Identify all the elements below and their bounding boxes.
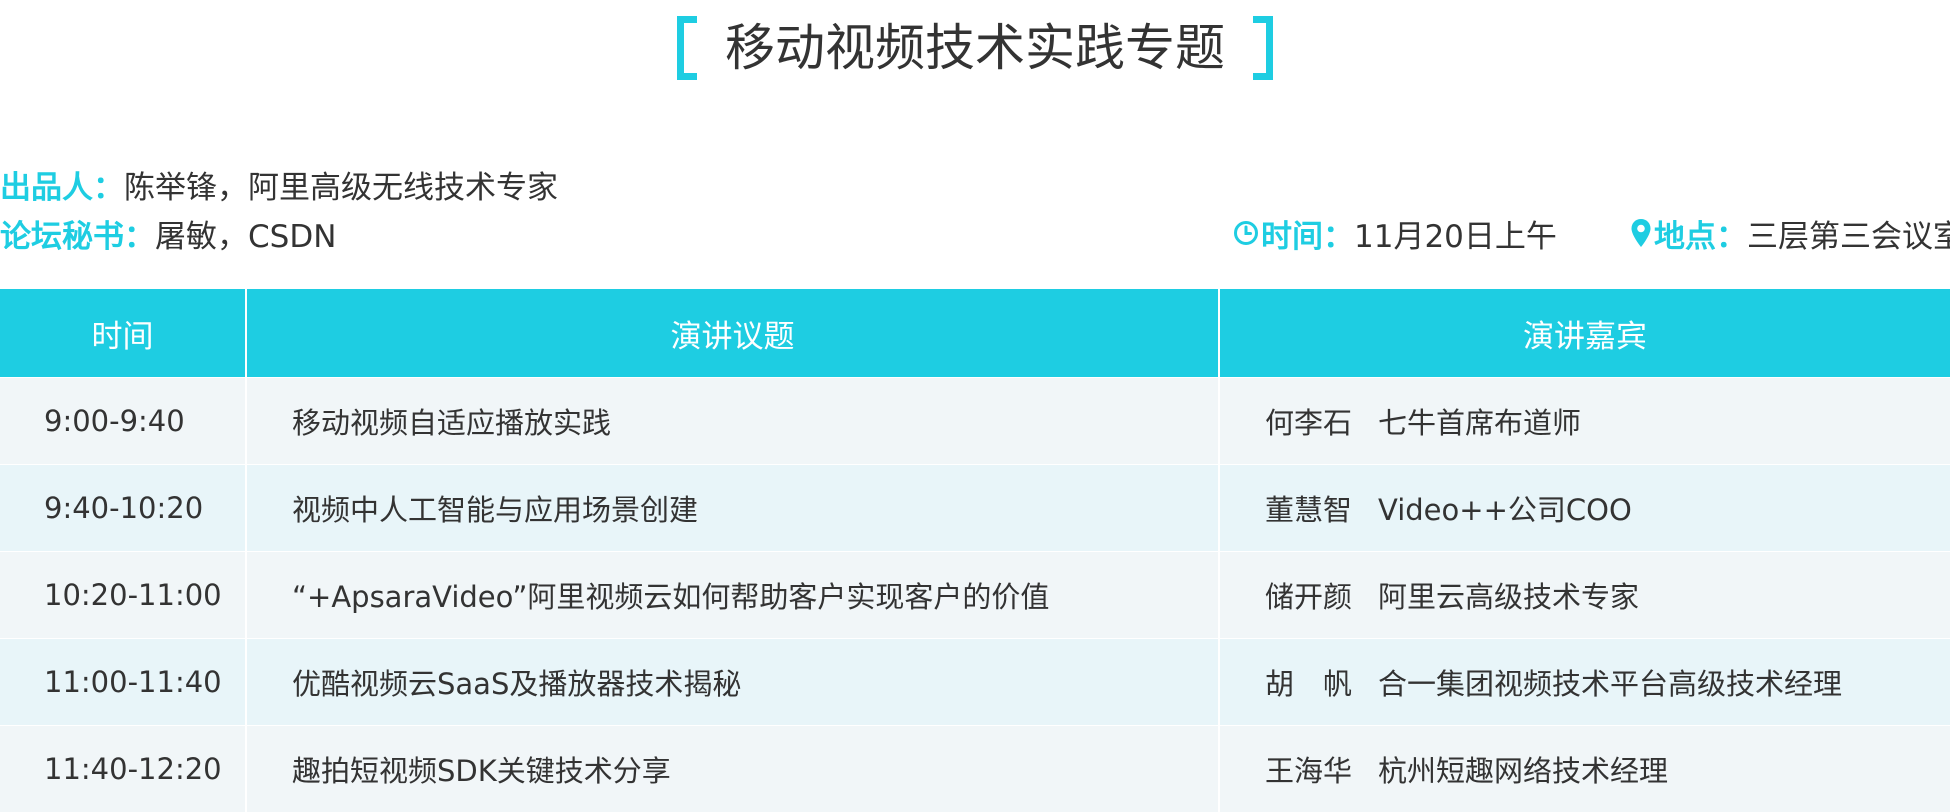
session-topic: 移动视频自适应播放实践	[246, 378, 1219, 465]
header-time: 时间	[0, 289, 246, 378]
place-value: 三层第三会议室	[1747, 211, 1950, 256]
session-topic: 优酷视频云SaaS及播放器技术揭秘	[246, 639, 1219, 726]
session-time: 11:40-12:20	[0, 726, 246, 812]
place-info: 地点：三层第三会议室	[1630, 211, 1950, 255]
table-row: 11:00-11:40 优酷视频云SaaS及播放器技术揭秘 胡 帆合一集团视频技…	[0, 639, 1950, 726]
producer-label: 出品人：	[0, 162, 124, 207]
place-label: 地点：	[1654, 211, 1747, 256]
time-label: 时间：	[1261, 211, 1354, 256]
session-speaker: 储开颜阿里云高级技术专家	[1219, 552, 1950, 639]
header-speaker: 演讲嘉宾	[1219, 289, 1950, 378]
table-row: 11:40-12:20 趣拍短视频SDK关键技术分享 王海华杭州短趣网络技术经理	[0, 726, 1950, 812]
speaker-title: 七牛首席布道师	[1378, 406, 1581, 440]
time-value: 11月20日上午	[1354, 211, 1557, 256]
header-topic: 演讲议题	[246, 289, 1219, 378]
session-topic: 趣拍短视频SDK关键技术分享	[246, 726, 1219, 812]
session-time: 9:00-9:40	[0, 378, 246, 465]
location-pin-icon	[1630, 218, 1652, 248]
session-time: 11:00-11:40	[0, 639, 246, 726]
speaker-name: 储开颜	[1265, 574, 1352, 616]
clock-icon	[1233, 220, 1259, 246]
speaker-title: Video++公司COO	[1378, 493, 1632, 527]
page-header: 移动视频技术实践专题	[0, 10, 1950, 85]
table-row: 10:20-11:00 “+ApsaraVideo”阿里视频云如何帮助客户实现客…	[0, 552, 1950, 639]
session-speaker: 胡 帆合一集团视频技术平台高级技术经理	[1219, 639, 1950, 726]
session-speaker: 何李石七牛首席布道师	[1219, 378, 1950, 465]
right-bracket-decoration	[1253, 16, 1273, 80]
session-topic: “+ApsaraVideo”阿里视频云如何帮助客户实现客户的价值	[246, 552, 1219, 639]
speaker-title: 阿里云高级技术专家	[1378, 580, 1639, 614]
time-info: 时间：11月20日上午	[1233, 211, 1557, 255]
secretary-label: 论坛秘书：	[0, 211, 155, 256]
producer-row: 出品人：陈举锋，阿里高级无线技术专家	[0, 162, 558, 206]
session-speaker: 董慧智 Video++公司COO	[1219, 465, 1950, 552]
speaker-title: 杭州短趣网络技术经理	[1378, 754, 1668, 788]
session-time: 9:40-10:20	[0, 465, 246, 552]
table-header-row: 时间 演讲议题 演讲嘉宾	[0, 289, 1950, 378]
session-time: 10:20-11:00	[0, 552, 246, 639]
speaker-name: 何李石	[1265, 400, 1352, 442]
speaker-name: 胡 帆	[1265, 661, 1352, 703]
producer-value: 陈举锋，阿里高级无线技术专家	[124, 162, 558, 207]
session-speaker: 王海华杭州短趣网络技术经理	[1219, 726, 1950, 812]
speaker-name: 董慧智	[1265, 487, 1352, 529]
speaker-title: 合一集团视频技术平台高级技术经理	[1378, 667, 1842, 701]
page-title: 移动视频技术实践专题	[725, 16, 1225, 80]
speaker-name: 王海华	[1265, 748, 1352, 790]
left-bracket-decoration	[677, 16, 697, 80]
table-row: 9:00-9:40 移动视频自适应播放实践 何李石七牛首席布道师	[0, 378, 1950, 465]
table-row: 9:40-10:20 视频中人工智能与应用场景创建 董慧智 Video++公司CO…	[0, 465, 1950, 552]
schedule-table: 时间 演讲议题 演讲嘉宾 9:00-9:40 移动视频自适应播放实践 何李石七牛…	[0, 289, 1950, 812]
secretary-value: 屠敏，CSDN	[155, 211, 336, 256]
session-topic: 视频中人工智能与应用场景创建	[246, 465, 1219, 552]
